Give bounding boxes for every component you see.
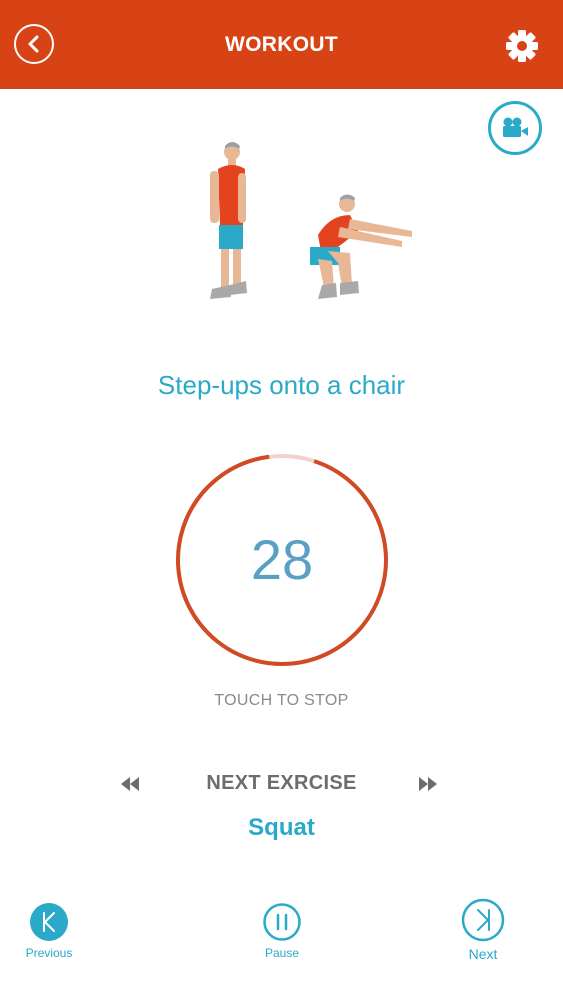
settings-button[interactable] — [502, 26, 542, 66]
rewind-icon — [121, 777, 139, 791]
pause-label: Pause — [264, 946, 300, 960]
workout-screen: WORKOUT Step-ups onto a chair 28 TOUCH T… — [0, 0, 563, 1000]
next-exercise-label: NEXT EXRCISE — [206, 772, 357, 794]
previous-label: Previous — [25, 946, 73, 960]
next-button[interactable]: Next — [433, 898, 533, 978]
next-label: Next — [468, 946, 498, 962]
squat-illustration — [210, 142, 412, 299]
pause-icon — [263, 903, 301, 941]
pause-button[interactable]: Pause — [232, 902, 332, 982]
skip-next-icon — [461, 898, 505, 942]
gear-icon — [506, 30, 538, 62]
fast-forward-icon — [419, 777, 437, 791]
video-button[interactable] — [488, 101, 542, 155]
next-exercise-name: Squat — [248, 814, 315, 841]
previous-exercise-button[interactable] — [118, 773, 142, 795]
exercise-name: Step-ups onto a chair — [157, 370, 406, 400]
touch-to-stop-label: TOUCH TO STOP — [214, 692, 349, 709]
standing-figure — [210, 142, 247, 299]
previous-button[interactable]: Previous — [0, 902, 99, 982]
next-exercise-button[interactable] — [416, 773, 440, 795]
page-title: WORKOUT — [225, 33, 338, 56]
timer-countdown[interactable]: 28 — [174, 452, 390, 668]
header-bar: WORKOUT — [0, 0, 563, 89]
skip-previous-icon — [30, 903, 68, 941]
video-camera-icon — [503, 117, 528, 137]
squatting-figure — [310, 194, 412, 299]
